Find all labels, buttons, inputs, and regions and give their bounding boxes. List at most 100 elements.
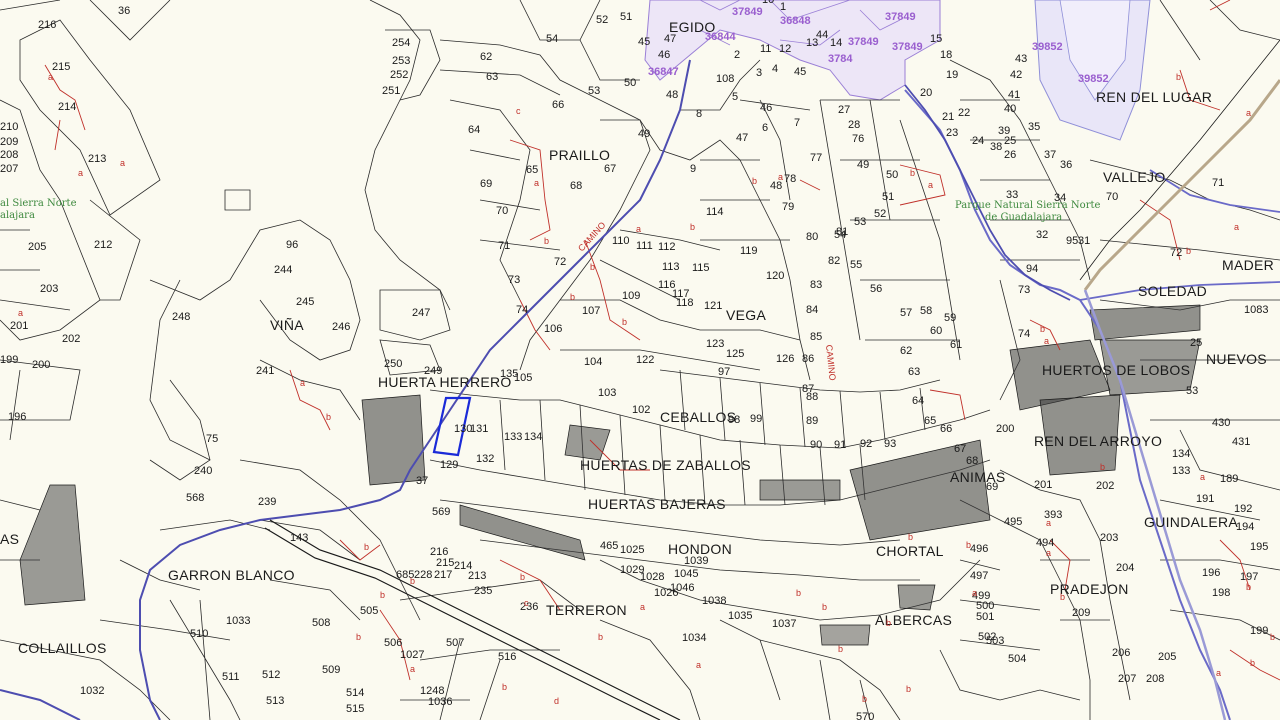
parcel-number: 68 [966, 455, 978, 467]
parcel-number: 205 [28, 241, 46, 253]
parcel-number: 511 [222, 671, 240, 683]
parcel-number: 48 [666, 89, 678, 101]
subparcel-letter: b [326, 412, 331, 422]
parcel-number: 33 [1006, 189, 1018, 201]
parcel-number: 204 [1116, 562, 1134, 574]
urban-code: 37849 [885, 11, 916, 23]
parcel-number: 205 [1158, 651, 1176, 663]
parcel-number: 74 [516, 304, 528, 316]
subparcel-letter: b [410, 576, 415, 586]
parcel-number: 510 [190, 628, 208, 640]
subparcel-letter: b [796, 588, 801, 598]
parcel-number: 46 [760, 102, 772, 114]
urban-code: 37849 [892, 41, 923, 53]
parcel-number: 196 [1202, 567, 1220, 579]
parcel-number: 113 [662, 261, 680, 273]
parcel-number: 31 [1078, 235, 1090, 247]
parcel-number: 90 [810, 439, 822, 451]
parcel-number: 1035 [728, 610, 752, 622]
place-name: CHORTAL [876, 543, 944, 559]
subparcel-letter: b [544, 236, 549, 246]
parcel-number: 501 [976, 611, 994, 623]
parcel-number: 504 [1008, 653, 1026, 665]
subparcel-letter: a [640, 602, 645, 612]
parcel-number: 241 [256, 365, 274, 377]
parcel-number: 77 [810, 152, 822, 164]
parcel-number: 53 [1186, 385, 1198, 397]
parcel-number: 247 [412, 307, 430, 319]
parcel-number: 191 [1196, 493, 1214, 505]
parcel-number: 123 [706, 338, 724, 350]
parcel-number: 98 [728, 414, 740, 426]
parcel-number: 121 [704, 300, 722, 312]
subparcel-letter: b [886, 618, 891, 628]
parcel-number: 135 [500, 368, 518, 380]
subparcel-letter: b [908, 532, 913, 542]
urban-code: 3784 [828, 53, 853, 65]
subparcel-letter: b [690, 222, 695, 232]
parcel-number: 103 [598, 387, 616, 399]
parcel-number: 10 [762, 0, 774, 6]
subparcel-letter: a [300, 378, 305, 388]
parcel-number: 20 [920, 87, 932, 99]
parcel-number: 249 [424, 365, 442, 377]
parcel-number: 45 [638, 36, 650, 48]
parcel-number: 196 [8, 411, 26, 423]
subparcel-letter: d [554, 696, 559, 706]
park-label: Parque Natural Sierra Norte [955, 200, 1100, 211]
place-name: AS [0, 531, 19, 547]
parcel-number: 76 [852, 133, 864, 145]
parcel-number: 189 [1220, 473, 1238, 485]
parcel-number: 72 [554, 256, 566, 268]
parcel-number: 73 [1018, 284, 1030, 296]
parcel-number: 505 [360, 605, 378, 617]
parcel-number: 38 [990, 141, 1002, 153]
parcel-number: 110 [612, 235, 630, 247]
subparcel-letter: b [1250, 658, 1255, 668]
parcel-number: 431 [1232, 436, 1250, 448]
parcel-number: 27 [838, 104, 850, 116]
subparcel-letter: b [966, 540, 971, 550]
subparcel-letter: b [822, 602, 827, 612]
subparcel-letter: b [1100, 462, 1105, 472]
parcel-number: 62 [900, 345, 912, 357]
subparcel-letter: b [838, 644, 843, 654]
subparcel-letter: a [410, 664, 415, 674]
parcel-number: 254 [392, 37, 410, 49]
parcel-number: 93 [884, 438, 896, 450]
parcel-number: 195 [1250, 541, 1268, 553]
parcel-number: 248 [172, 311, 190, 323]
parcel-number: 133 [504, 431, 522, 443]
parcel-number: 570 [856, 711, 874, 720]
parcel-number: 74 [1018, 328, 1030, 340]
subparcel-letter: b [1176, 72, 1181, 82]
parcel-number: 91 [834, 439, 846, 451]
parcel-number: 67 [604, 163, 616, 175]
parcel-number: 239 [258, 496, 276, 508]
parcel-number: 72 [1170, 247, 1182, 259]
parcel-number: 509 [322, 664, 340, 676]
parcel-number: 95 [1066, 235, 1078, 247]
parcel-number: 42 [1010, 69, 1022, 81]
parcel-number: 245 [296, 296, 314, 308]
parcel-number: 53 [588, 85, 600, 97]
parcel-number: 134 [1172, 448, 1190, 460]
parcel-number: 200 [996, 423, 1014, 435]
parcel-number: 54 [546, 33, 558, 45]
cadastral-map[interactable]: 37849 36844 36848 37849 37849 37849 3784… [0, 0, 1280, 720]
parcel-number: 94 [1026, 263, 1038, 275]
parcel-number: 514 [346, 687, 364, 699]
parcel-number: 216 [38, 19, 56, 31]
parcel-number: 118 [676, 297, 694, 309]
parcel-number: 108 [716, 73, 734, 85]
urban-code: 37849 [732, 6, 763, 18]
place-name: VIÑA [270, 317, 304, 333]
parcel-number: 12 [779, 43, 791, 55]
parcel-number: 1026 [654, 587, 678, 599]
parcel-number: 212 [94, 239, 112, 251]
parcel-number: 52 [874, 208, 886, 220]
map-canvas[interactable]: 37849 36844 36848 37849 37849 37849 3784… [0, 0, 1280, 720]
subparcel-letter: b [1186, 246, 1191, 256]
parcel-number: 80 [806, 231, 818, 243]
parcel-number: 26 [1004, 149, 1016, 161]
